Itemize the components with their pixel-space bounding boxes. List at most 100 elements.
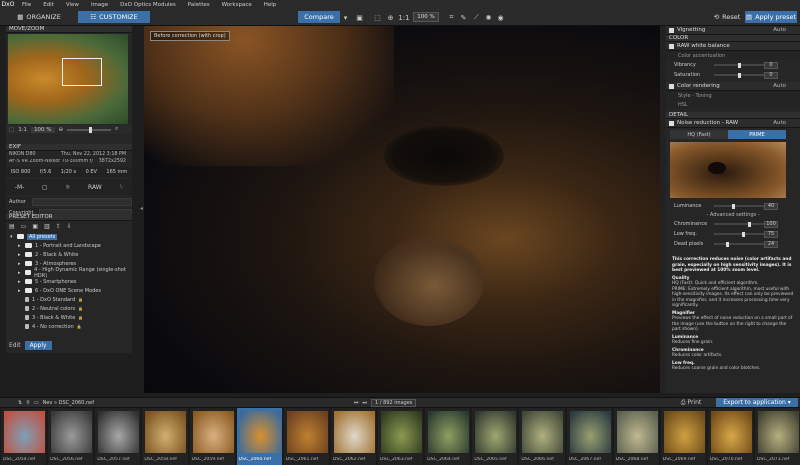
vignetting-header[interactable]: Vignetting Auto <box>666 26 800 35</box>
edit-preset-button[interactable]: Edit <box>9 342 21 349</box>
compare-dropdown-icon[interactable]: ▾ <box>341 13 350 22</box>
first-image-icon[interactable]: ⏮ <box>354 400 359 406</box>
vignetting-auto[interactable]: Auto <box>773 27 786 33</box>
preset-item[interactable]: 2 - Neutral colors 🔒 <box>6 304 132 313</box>
expand-arrow-icon[interactable]: ▸ <box>18 279 22 285</box>
filmstrip-thumbnail[interactable]: DSC_2064.nef <box>425 408 471 465</box>
zoom-icon[interactable]: ⊕ <box>386 13 395 22</box>
hsl-header[interactable]: HSL <box>666 100 800 109</box>
preset-item[interactable]: ▾ All presets <box>6 232 132 241</box>
reset-button[interactable]: ⟲ Reset <box>712 11 742 23</box>
vignetting-checkbox[interactable] <box>669 27 674 33</box>
menu-help[interactable]: Help <box>258 2 283 8</box>
menu-edit[interactable]: Edit <box>37 2 60 8</box>
zoom-out-icon[interactable]: ⊖ <box>59 127 64 133</box>
move-zoom-header[interactable]: MOVE/ZOOM <box>6 26 132 33</box>
raw-wb-header[interactable]: RAW white balance <box>666 42 800 51</box>
eyedropper-icon[interactable]: ✎ <box>459 13 468 22</box>
luminance-slider[interactable] <box>714 205 766 207</box>
sort-icon[interactable]: ⇅ <box>18 400 22 406</box>
new-preset-icon[interactable]: ▤ <box>9 223 15 230</box>
menu-workspace[interactable]: Workspace <box>216 2 258 8</box>
eye-icon[interactable]: ◉ <box>496 13 505 22</box>
save-preset-icon[interactable]: ▣ <box>32 223 38 230</box>
filmstrip-thumbnail[interactable]: DSC_2057.nef <box>95 408 141 465</box>
vibrancy-value[interactable]: 0 <box>764 61 778 69</box>
image-counter[interactable]: 1 / 892 images <box>371 398 417 407</box>
expand-arrow-icon[interactable]: ▸ <box>18 261 22 267</box>
chrominance-value[interactable]: 100 <box>764 220 778 228</box>
filmstrip-thumbnail[interactable]: DSC_2069.nef <box>660 408 706 465</box>
dead-pixels-value[interactable]: 24 <box>764 240 778 248</box>
raw-wb-checkbox[interactable] <box>669 43 674 49</box>
preset-item[interactable]: ▸ 4 - High Dynamic Range (single-shot HDR… <box>6 267 132 279</box>
navigator-viewport-box[interactable] <box>62 58 102 86</box>
expand-arrow-icon[interactable]: ▸ <box>18 252 22 258</box>
menu-file[interactable]: File <box>16 2 37 8</box>
export-icon[interactable]: ⇩ <box>67 223 72 230</box>
preset-item[interactable]: ▸ 6 - DxO ONE Scene Modes <box>6 286 132 295</box>
chrominance-knob[interactable] <box>748 221 751 227</box>
style-toning-header[interactable]: Style - Toning <box>666 91 800 100</box>
navigator-thumbnail[interactable] <box>8 34 128 124</box>
fit-icon[interactable]: ⬚ <box>9 127 14 133</box>
print-button[interactable]: ⎙ Print <box>676 398 706 407</box>
preset-item[interactable]: 3 - Black & White 🔒 <box>6 313 132 322</box>
color-rendering-checkbox[interactable] <box>669 83 674 89</box>
magnifier-icon[interactable]: ⌕ <box>115 126 118 133</box>
last-image-icon[interactable]: ⏭ <box>363 400 368 406</box>
filmstrip-thumbnail[interactable]: DSC_2071.nef <box>755 408 800 465</box>
color-rendering-header[interactable]: Color rendering Auto <box>666 82 800 91</box>
filmstrip-thumbnail[interactable]: DSC_2058.nef <box>142 408 188 465</box>
expand-arrow-icon[interactable]: ▸ <box>18 243 22 249</box>
filmstrip-thumbnail[interactable]: DSC_2054.nef <box>1 408 47 465</box>
expand-arrow-icon[interactable]: ▸ <box>18 288 22 294</box>
luminance-value[interactable]: 40 <box>764 202 778 210</box>
expand-arrow-icon[interactable]: ▸ <box>18 270 22 276</box>
delete-preset-icon[interactable]: ▥ <box>44 223 50 230</box>
color-section-header[interactable]: COLOR <box>666 35 800 42</box>
apply-preset-button[interactable]: ▤ Apply preset <box>745 11 797 23</box>
filmstrip-thumbnail[interactable]: DSC_2070.nef <box>707 408 753 465</box>
red-eye-icon[interactable]: ✺ <box>484 13 493 22</box>
noise-reduction-checkbox[interactable] <box>669 120 674 126</box>
chrominance-slider[interactable] <box>714 223 766 225</box>
filmstrip-thumbnail[interactable]: DSC_2066.nef <box>519 408 565 465</box>
color-accentuation-header[interactable]: Color accentuation <box>666 51 800 60</box>
zoom-ratio-button[interactable]: 1:1 <box>398 13 410 22</box>
filmstrip-thumbnail[interactable]: DSC_2062.nef <box>330 408 376 465</box>
detail-section-header[interactable]: DETAIL <box>666 112 800 119</box>
fit-screen-icon[interactable]: ⬚ <box>373 13 382 22</box>
saturation-value[interactable]: 0 <box>764 71 778 79</box>
image-viewer[interactable]: Before correction (with crop) <box>144 26 660 393</box>
author-input[interactable] <box>31 197 132 206</box>
expand-arrow-icon[interactable]: ▾ <box>10 234 14 240</box>
tab-hq-fast[interactable]: HQ (Fast) <box>670 130 728 139</box>
menu-view[interactable]: View <box>60 2 85 8</box>
split-view-icon[interactable]: ▣ <box>355 13 364 22</box>
new-folder-icon[interactable]: ▭ <box>21 223 27 230</box>
filter-icon[interactable]: ⚲ <box>26 400 30 406</box>
zoom-select[interactable]: 100 % <box>413 12 439 22</box>
preset-item[interactable]: ▸ 2 - Black & White <box>6 250 132 259</box>
dead-pixels-slider[interactable] <box>714 243 766 245</box>
advanced-settings-toggle[interactable]: - Advanced settings - <box>666 211 800 219</box>
low-freq-slider[interactable] <box>714 233 766 235</box>
tab-prime[interactable]: PRIME <box>728 130 786 139</box>
luminance-knob[interactable] <box>732 203 735 209</box>
noise-reduction-header[interactable]: Noise reduction - RAW Auto <box>666 119 800 128</box>
dead-pixels-knob[interactable] <box>726 241 729 247</box>
compare-button[interactable]: Compare <box>298 11 340 23</box>
customize-tab[interactable]: ☷ CUSTOMIZE <box>78 11 150 23</box>
filmstrip-thumbnail[interactable]: DSC_2068.nef <box>613 408 659 465</box>
preset-editor-header[interactable]: PRESET EDITOR <box>6 214 132 221</box>
filmstrip-thumbnail[interactable]: DSC_2063.nef <box>378 408 424 465</box>
filmstrip-thumbnail[interactable]: DSC_2060.nef <box>236 408 282 465</box>
vibrancy-knob[interactable] <box>738 62 741 68</box>
low-freq-value[interactable]: 75 <box>764 230 778 238</box>
left-collapse-icon[interactable]: ◂ <box>140 205 144 215</box>
preset-item[interactable]: 4 - No correction 🔒 <box>6 322 132 331</box>
import-icon[interactable]: ⇪ <box>56 223 61 230</box>
filmstrip-thumbnail[interactable]: DSC_2056.nef <box>48 408 94 465</box>
preset-item[interactable]: 1 - DxO Standard 🔒 <box>6 295 132 304</box>
